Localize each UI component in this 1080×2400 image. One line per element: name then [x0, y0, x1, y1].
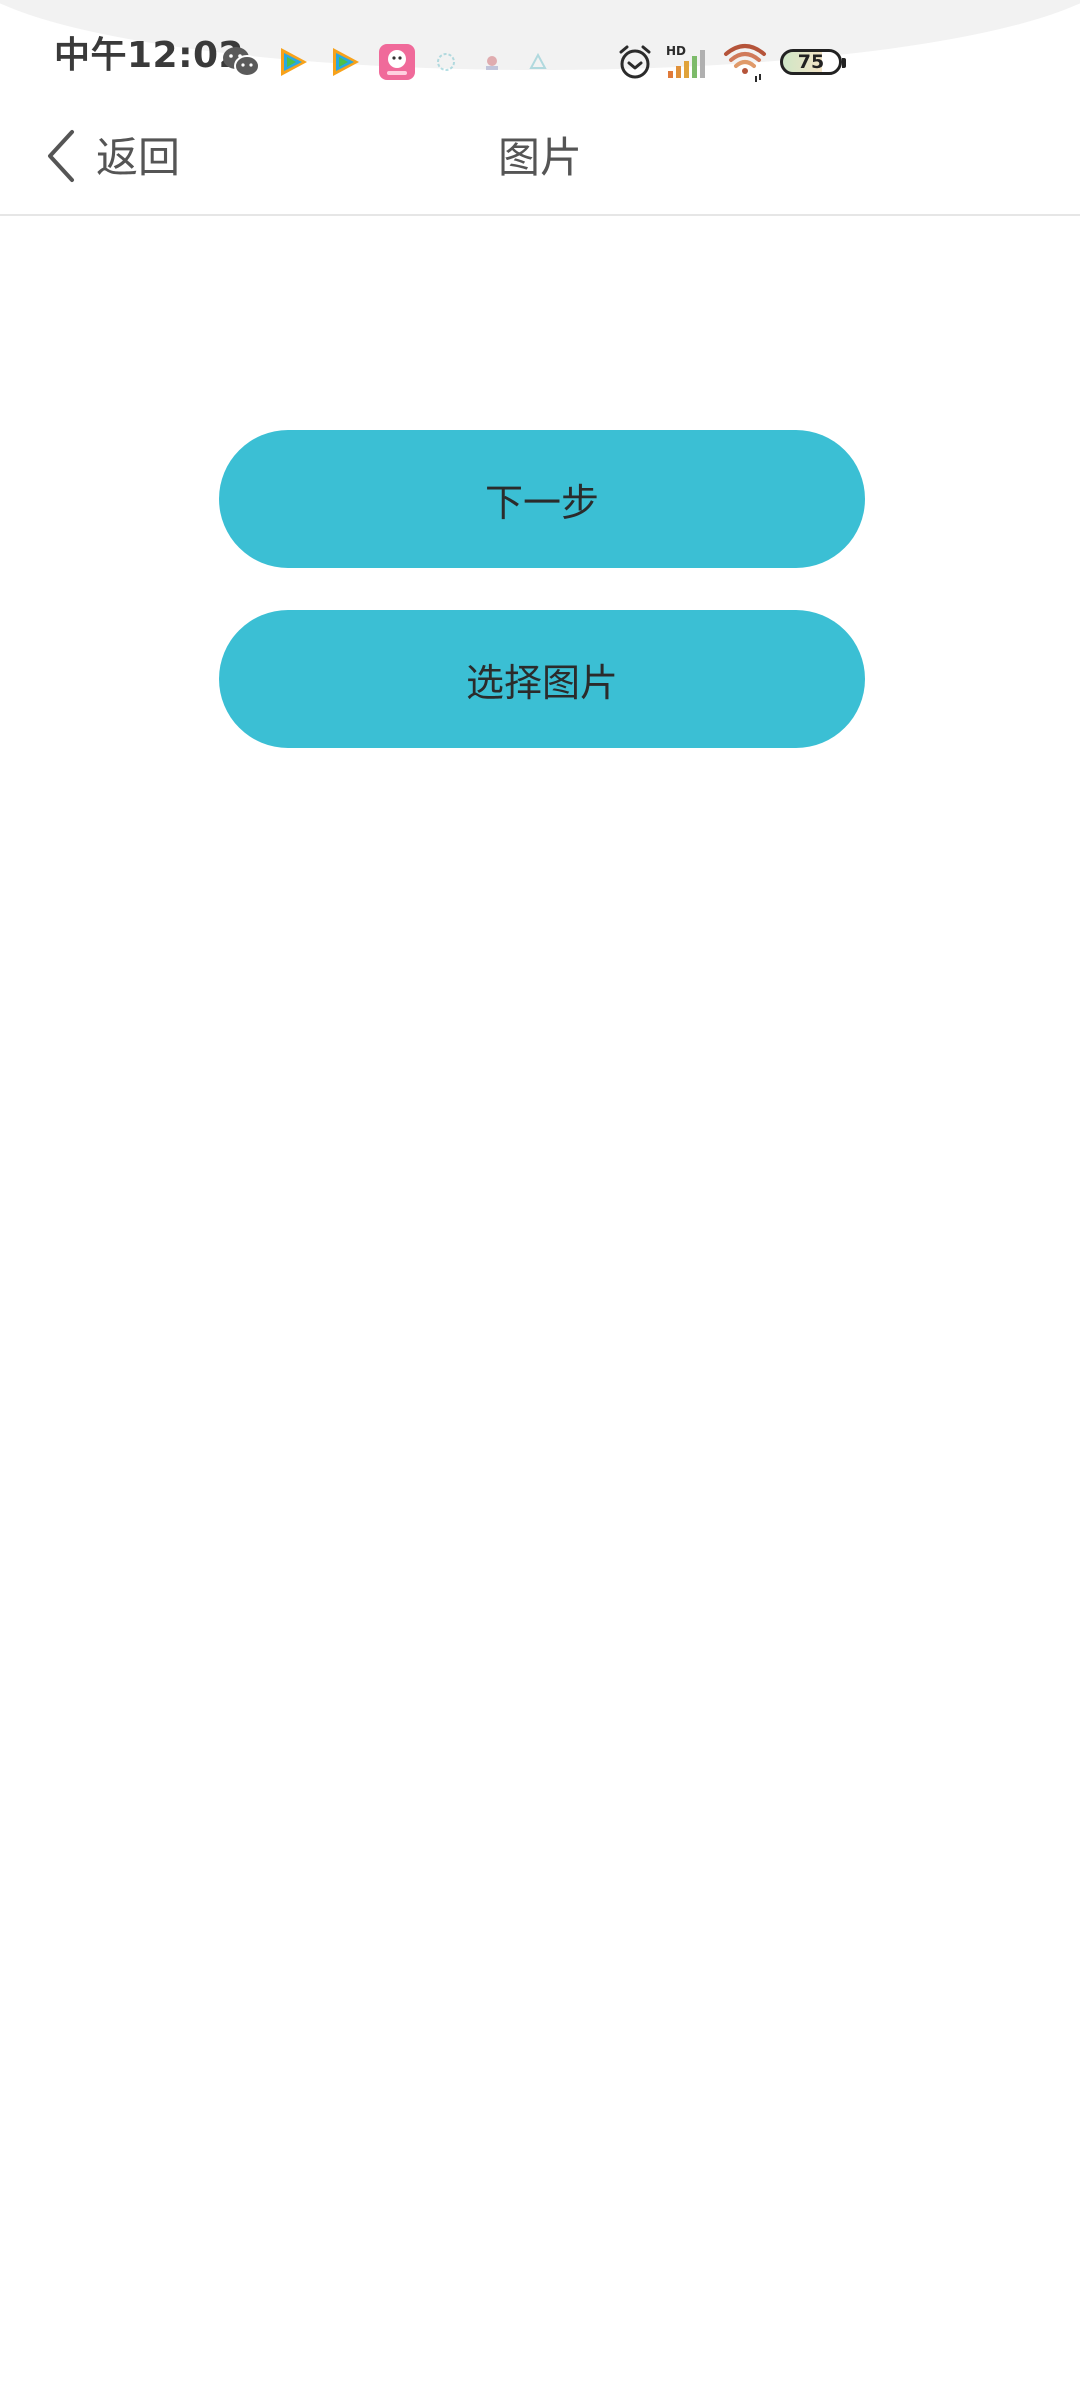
tencent-video-icon [274, 43, 312, 81]
status-bar: 中午12:02 HD 75 [0, 0, 1080, 100]
alarm-icon [616, 43, 654, 81]
battery-indicator: 75 [780, 49, 846, 75]
svg-text:HD: HD [666, 44, 686, 58]
app-header: 返回 图片 [0, 100, 1080, 216]
page-title: 图片 [497, 133, 582, 182]
faint-app-icon [476, 43, 508, 81]
next-step-button[interactable]: 下一步 [219, 430, 865, 568]
tencent-video-icon [326, 43, 364, 81]
pink-app-icon [378, 43, 416, 81]
wechat-icon [222, 43, 260, 81]
system-icons: HD 75 [616, 40, 846, 84]
hd-signal-icon: HD [666, 44, 710, 80]
wifi-icon [722, 42, 768, 82]
faint-app-icon [522, 43, 554, 81]
notification-icons [222, 42, 554, 82]
screen: 中午12:02 HD 75 返回 图片 下一步 选择图片 [0, 0, 1080, 2400]
status-time: 中午12:02 [54, 35, 245, 76]
faint-app-icon [430, 43, 462, 81]
select-image-button[interactable]: 选择图片 [219, 610, 865, 748]
